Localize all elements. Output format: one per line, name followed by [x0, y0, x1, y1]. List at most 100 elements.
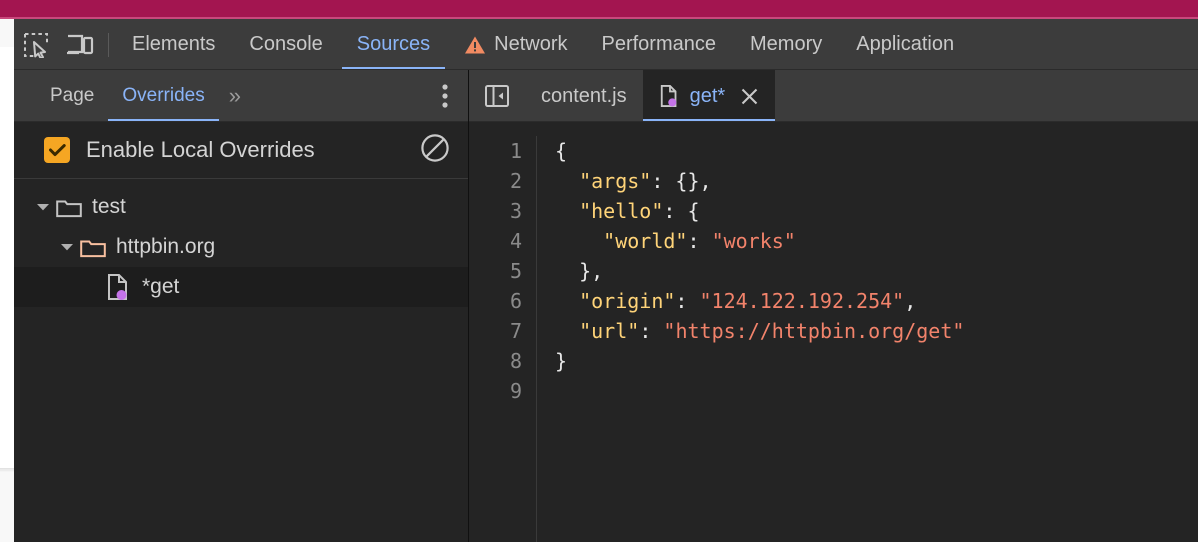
tab-memory[interactable]: Memory: [733, 19, 839, 70]
source-editor-panel: content.js get* 1 2 3 4 5 6 7 8 9 {"arg…: [469, 70, 1198, 542]
close-icon[interactable]: [740, 87, 759, 106]
code-line: "url": "https://httpbin.org/get": [555, 316, 964, 346]
tab-performance[interactable]: Performance: [585, 19, 734, 70]
line-number: 3: [509, 199, 522, 223]
code-token: },: [555, 259, 604, 283]
sources-navigator-panel: Page Overrides » Enable Local Overrides …: [14, 70, 469, 542]
navigator-tab-overrides-label: Overrides: [122, 85, 205, 106]
code-token: "works": [711, 229, 796, 253]
tab-console-label: Console: [249, 33, 323, 55]
device-toolbar-icon[interactable]: [58, 19, 102, 70]
tab-sources-label: Sources: [356, 33, 431, 55]
code-token: :: [639, 319, 664, 343]
tree-item-test[interactable]: test: [14, 187, 468, 227]
line-number: 2: [509, 169, 522, 193]
editor-tab-get[interactable]: get*: [642, 70, 776, 122]
code-line: "world": "works": [555, 226, 964, 256]
navigator-overflow-icon[interactable]: »: [219, 83, 248, 109]
line-number: 1: [509, 139, 522, 163]
tab-elements-label: Elements: [132, 33, 216, 55]
code-token: ,: [904, 289, 917, 313]
devtools-main-toolbar: Elements Console Sources Network Perform…: [14, 19, 1198, 70]
editor-tab-content-js-label: content.js: [541, 84, 627, 107]
kebab-menu-icon[interactable]: [422, 70, 468, 122]
code-line: },: [555, 256, 964, 286]
tab-performance-label: Performance: [601, 33, 717, 55]
inspect-element-icon[interactable]: [14, 19, 58, 70]
tree-item-get[interactable]: *get: [14, 267, 468, 307]
tab-application[interactable]: Application: [839, 19, 971, 70]
tree-item-test-label: test: [92, 195, 126, 218]
folder-icon: [78, 237, 108, 258]
tab-console[interactable]: Console: [232, 19, 339, 70]
editor-tab-content-js[interactable]: content.js: [525, 70, 643, 122]
tree-item-httpbin-org[interactable]: httpbin.org: [14, 227, 468, 267]
code-token: }: [555, 349, 568, 373]
code-token: "args": [579, 169, 652, 193]
no-entry-icon[interactable]: [420, 133, 450, 168]
screenshot-root: Elements Console Sources Network Perform…: [0, 0, 1198, 542]
code-line: {: [555, 136, 964, 166]
line-number: 7: [509, 319, 522, 343]
file-icon: [104, 273, 134, 301]
line-number: 8: [509, 349, 522, 373]
file-icon: [659, 84, 681, 108]
code-token: "world": [603, 229, 688, 253]
code-line: "args": {},: [555, 166, 964, 196]
tab-sources[interactable]: Sources: [340, 19, 447, 70]
devtools-window: Elements Console Sources Network Perform…: [14, 19, 1198, 542]
line-number: 9: [509, 379, 522, 403]
code-token: {: [555, 139, 568, 163]
line-number-gutter: 1 2 3 4 5 6 7 8 9: [469, 136, 537, 542]
code-token: : {},: [651, 169, 712, 193]
code-line: }: [555, 346, 964, 376]
tab-memory-label: Memory: [750, 33, 823, 55]
show-navigator-icon[interactable]: [469, 70, 525, 122]
code-token: "url": [579, 319, 640, 343]
page-content-shadow: [0, 468, 14, 472]
code-token: :: [675, 289, 700, 313]
tab-network-label: Network: [494, 33, 568, 55]
enable-local-overrides-checkbox[interactable]: [44, 137, 70, 163]
chevron-down-icon[interactable]: [32, 202, 54, 212]
tab-elements[interactable]: Elements: [115, 19, 232, 70]
line-number: 4: [509, 229, 522, 253]
editor-tab-bar: content.js get*: [469, 70, 1198, 122]
code-content[interactable]: { "args": {}, "hello": { "world": "works…: [537, 136, 964, 542]
devtools-body: Page Overrides » Enable Local Overrides …: [14, 70, 1198, 542]
code-viewer[interactable]: 123456789 { "args": {}, "hello": { "worl…: [469, 122, 1198, 542]
enable-local-overrides-label: Enable Local Overrides: [86, 137, 315, 162]
tab-network[interactable]: Network: [447, 19, 584, 70]
code-line: "origin": "124.122.192.254",: [555, 286, 964, 316]
toolbar-divider: [108, 32, 109, 57]
code-token: :: [687, 229, 712, 253]
tree-item-httpbin-org-label: httpbin.org: [116, 235, 216, 258]
overrides-file-tree: test httpbin.org *get: [14, 179, 468, 542]
code-line: "hello": {: [555, 196, 964, 226]
navigator-tab-page[interactable]: Page: [36, 70, 108, 122]
navigator-tab-bar: Page Overrides »: [14, 70, 468, 122]
code-token: "hello": [579, 199, 664, 223]
navigator-tab-overrides[interactable]: Overrides: [108, 70, 220, 122]
page-content-white: [0, 47, 14, 470]
browser-header-bar: [0, 0, 1198, 17]
code-token: "124.122.192.254": [699, 289, 905, 313]
line-number: 5: [509, 259, 522, 283]
enable-local-overrides-row[interactable]: Enable Local Overrides: [14, 122, 468, 179]
folder-icon: [54, 197, 84, 218]
navigator-tab-page-label: Page: [50, 85, 95, 106]
chevron-down-icon[interactable]: [56, 242, 78, 252]
line-number: 6: [509, 289, 522, 313]
code-token: "origin": [579, 289, 676, 313]
tab-application-label: Application: [856, 33, 955, 55]
code-token: "https://httpbin.org/get": [663, 319, 965, 343]
code-token: : {: [663, 199, 700, 223]
editor-tab-get-label: get*: [689, 84, 726, 107]
tree-item-get-label: *get: [142, 275, 180, 298]
